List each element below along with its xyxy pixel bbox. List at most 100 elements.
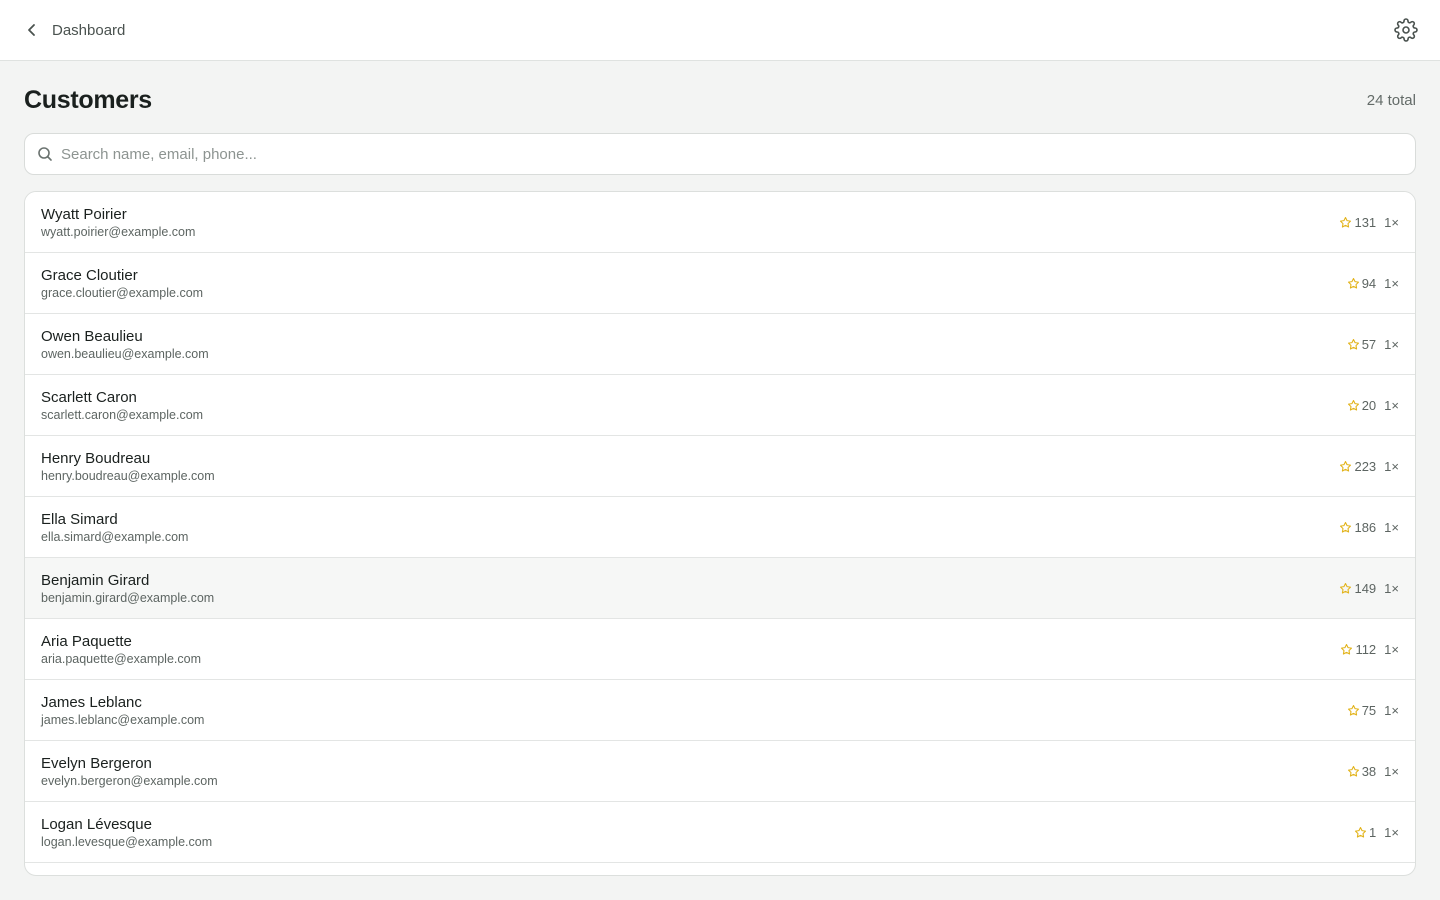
star-icon: [1339, 582, 1352, 595]
customer-stats: 112 1×: [1340, 641, 1399, 657]
list-item[interactable]: Grace Cloutier grace.cloutier@example.com…: [25, 253, 1415, 314]
customer-stats: 131 1×: [1339, 214, 1399, 230]
visit-count: 1×: [1384, 519, 1399, 535]
customer-count: 24 total: [1366, 92, 1416, 109]
customer-name: Aria Paquette: [41, 633, 132, 650]
points-badge: 149: [1339, 581, 1376, 596]
customer-name: Scarlett Caron: [41, 389, 137, 406]
star-icon: [1347, 399, 1360, 412]
points-value: 57: [1361, 336, 1377, 352]
customer-email: wyatt.poirier@example.com: [41, 225, 196, 239]
list-item[interactable]: Evelyn Bergeron evelyn.bergeron@example.c…: [25, 741, 1415, 802]
customer-stats: 94 1×: [1347, 275, 1399, 291]
points-value: 112: [1355, 641, 1377, 657]
points-badge: 38: [1347, 764, 1376, 779]
customer-email: henry.boudreau@example.com: [41, 469, 215, 483]
visit-count: 1×: [1384, 275, 1399, 291]
visit-count: 1×: [1384, 397, 1399, 413]
points-value: 186: [1354, 519, 1377, 535]
customer-email: benjamin.girard@example.com: [41, 591, 215, 605]
points-badge: 1: [1354, 825, 1376, 840]
star-icon: [1340, 643, 1353, 656]
points-value: 20: [1361, 397, 1377, 413]
customer-stats: 1 1×: [1354, 824, 1399, 840]
customer-name: Owen Beaulieu: [41, 328, 143, 345]
points-badge: 20: [1347, 398, 1376, 413]
points-badge: 57: [1347, 337, 1376, 352]
customer-name: Evelyn Bergeron: [41, 755, 152, 772]
page-title: Customers: [24, 86, 152, 114]
points-badge: 186: [1339, 520, 1376, 535]
points-badge: 223: [1339, 459, 1376, 474]
customer-name: Henry Boudreau: [41, 450, 151, 467]
visit-count: 1×: [1384, 763, 1399, 779]
customer-stats: 20 1×: [1347, 397, 1399, 413]
list-item[interactable]: Owen Beaulieu owen.beaulieu@example.com 57…: [25, 314, 1415, 375]
customer-list: Wyatt Poirier wyatt.poirier@example.com 13…: [24, 191, 1416, 876]
customer-name: Grace Cloutier: [41, 267, 138, 284]
customer-name: Logan Lévesque: [41, 816, 152, 833]
search-input[interactable]: [61, 134, 1401, 174]
list-item[interactable]: Scarlett Caron scarlett.caron@example.com…: [25, 375, 1415, 436]
list-item[interactable]: Aria Paquette aria.paquette@example.com 11…: [25, 619, 1415, 680]
list-item[interactable]: Henry Boudreau henry.boudreau@example.com…: [25, 436, 1415, 497]
points-badge: 131: [1339, 215, 1376, 230]
customer-name: Wyatt Poirier: [41, 206, 127, 223]
customer-stats: 186 1×: [1339, 519, 1399, 535]
customer-email: scarlett.caron@example.com: [41, 408, 204, 422]
visit-count: 1×: [1384, 214, 1399, 230]
customer-stats: 75 1×: [1347, 702, 1399, 718]
visit-count: 1×: [1384, 702, 1399, 718]
list-item[interactable]: Logan Lévesque logan.levesque@example.com…: [25, 802, 1415, 863]
customer-stats: 57 1×: [1347, 336, 1399, 352]
customer-email: james.leblanc@example.com: [41, 713, 205, 727]
list-item[interactable]: Wyatt Poirier wyatt.poirier@example.com 13…: [25, 192, 1415, 253]
settings-button[interactable]: [1394, 18, 1418, 42]
chevron-left-icon: [24, 22, 40, 38]
list-item[interactable]: Benjamin Girard benjamin.girard@example.c…: [25, 558, 1415, 619]
customer-name: Ella Simard: [41, 511, 118, 528]
visit-count: 1×: [1384, 580, 1399, 596]
points-value: 1: [1368, 824, 1377, 840]
search-bar: [24, 133, 1416, 175]
points-badge: 75: [1347, 703, 1376, 718]
star-icon: [1354, 826, 1367, 839]
points-value: 38: [1361, 763, 1377, 779]
star-icon: [1339, 460, 1352, 473]
back-label: Dashboard: [52, 21, 126, 39]
star-icon: [1347, 704, 1360, 717]
top-bar: Dashboard: [0, 0, 1440, 61]
customer-email: owen.beaulieu@example.com: [41, 347, 209, 361]
customer-stats: 223 1×: [1339, 458, 1399, 474]
visit-count: 1×: [1384, 458, 1399, 474]
star-icon: [1339, 521, 1352, 534]
star-icon: [1347, 338, 1360, 351]
search-icon: [37, 146, 53, 162]
star-icon: [1339, 216, 1352, 229]
star-icon: [1347, 765, 1360, 778]
visit-count: 1×: [1384, 824, 1399, 840]
customer-name: Benjamin Girard: [41, 572, 150, 589]
star-icon: [1347, 277, 1360, 290]
points-value: 223: [1354, 458, 1377, 474]
customer-email: logan.levesque@example.com: [41, 835, 213, 849]
visit-count: 1×: [1384, 336, 1399, 352]
customer-stats: 38 1×: [1347, 763, 1399, 779]
visit-count: 1×: [1384, 641, 1399, 657]
points-value: 131: [1354, 214, 1377, 230]
points-value: 94: [1361, 275, 1377, 291]
customer-name: James Leblanc: [41, 694, 142, 711]
list-item[interactable]: Ella Simard ella.simard@example.com 186 1×: [25, 497, 1415, 558]
customer-email: evelyn.bergeron@example.com: [41, 774, 218, 788]
customer-email: aria.paquette@example.com: [41, 652, 201, 666]
list-item[interactable]: James Leblanc james.leblanc@example.com 75…: [25, 680, 1415, 741]
customer-email: ella.simard@example.com: [41, 530, 189, 544]
gear-icon: [1394, 18, 1418, 42]
points-badge: 94: [1347, 276, 1376, 291]
points-badge: 112: [1340, 642, 1376, 657]
back-button[interactable]: Dashboard: [24, 16, 125, 44]
points-value: 75: [1361, 702, 1377, 718]
customer-stats: 149 1×: [1339, 580, 1399, 596]
customer-email: grace.cloutier@example.com: [41, 286, 204, 300]
points-value: 149: [1354, 580, 1377, 596]
